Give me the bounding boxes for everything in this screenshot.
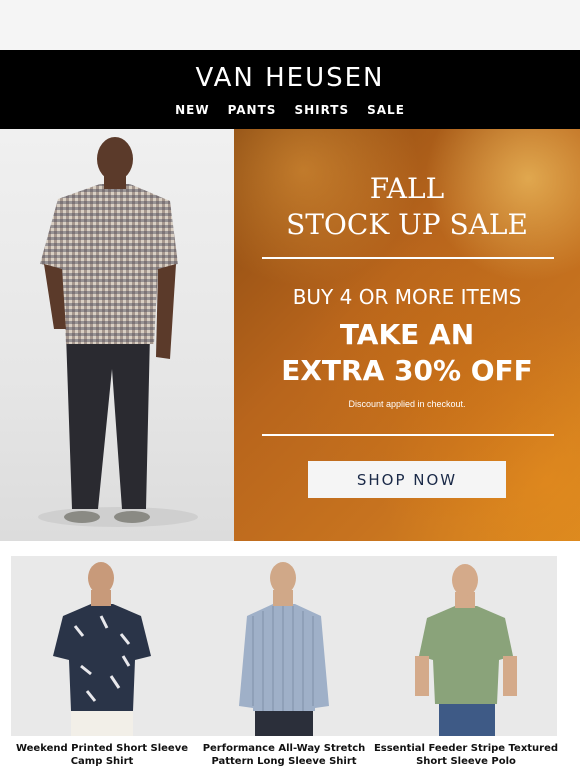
product-image[interactable] — [11, 556, 193, 736]
product-card[interactable]: Weekend Printed Short Sleeve Camp Shirt — [11, 556, 193, 774]
brand-logo[interactable]: VAN HEUSEN — [0, 63, 580, 93]
product-name-line2: Short Sleeve Polo — [416, 756, 516, 767]
main-nav: NEW PANTS SHIRTS SALE — [0, 103, 580, 117]
hero-model-photo[interactable] — [0, 129, 234, 541]
product-grid: Weekend Printed Short Sleeve Camp Shirt … — [11, 556, 558, 774]
product-image[interactable] — [375, 556, 557, 736]
nav-item-pants[interactable]: PANTS — [228, 103, 277, 117]
model-illustration — [38, 137, 198, 527]
product-name[interactable]: Essential Feeder Stripe Textured Short S… — [371, 742, 561, 768]
nav-item-shirts[interactable]: SHIRTS — [294, 103, 349, 117]
product-name[interactable]: Performance All-Way Stretch Pattern Long… — [189, 742, 379, 768]
divider-bottom — [262, 434, 554, 436]
product-name-line1: Essential Feeder Stripe Textured — [373, 743, 559, 754]
product-name-line2: Camp Shirt — [70, 756, 134, 767]
offer-discount: TAKE AN EXTRA 30% OFF — [234, 317, 580, 389]
offer-line3: EXTRA 30% OFF — [281, 354, 533, 387]
product-image[interactable] — [193, 556, 375, 736]
nav-item-sale[interactable]: SALE — [367, 103, 405, 117]
shop-now-button[interactable]: SHOP NOW — [308, 461, 506, 498]
offer-condition: BUY 4 OR MORE ITEMS — [292, 285, 522, 309]
offer-line2: TAKE AN — [339, 318, 475, 351]
promo-headline: FALL STOCK UP SALE — [234, 171, 580, 243]
product-name-line1: Performance All-Way Stretch — [202, 743, 366, 754]
hero-banner[interactable]: FALL STOCK UP SALE BUY 4 OR MORE ITEMS T… — [0, 129, 580, 541]
email-preheader-bar — [0, 0, 580, 50]
headline-line1: FALL — [369, 172, 445, 205]
nav-item-new[interactable]: NEW — [175, 103, 209, 117]
product-name[interactable]: Weekend Printed Short Sleeve Camp Shirt — [7, 742, 197, 768]
header: VAN HEUSEN NEW PANTS SHIRTS SALE — [0, 50, 580, 129]
product-card[interactable]: Essential Feeder Stripe Textured Short S… — [374, 556, 558, 774]
product-name-line2: Pattern Long Sleeve Shirt — [211, 756, 357, 767]
divider-top — [262, 257, 554, 259]
headline-line2: STOCK UP SALE — [286, 208, 528, 241]
product-card[interactable]: Performance All-Way Stretch Pattern Long… — [193, 556, 375, 774]
promo-panel: FALL STOCK UP SALE BUY 4 OR MORE ITEMS T… — [234, 129, 580, 541]
product-name-line1: Weekend Printed Short Sleeve — [15, 743, 189, 754]
disclaimer-text: Discount applied in checkout. — [348, 399, 466, 409]
